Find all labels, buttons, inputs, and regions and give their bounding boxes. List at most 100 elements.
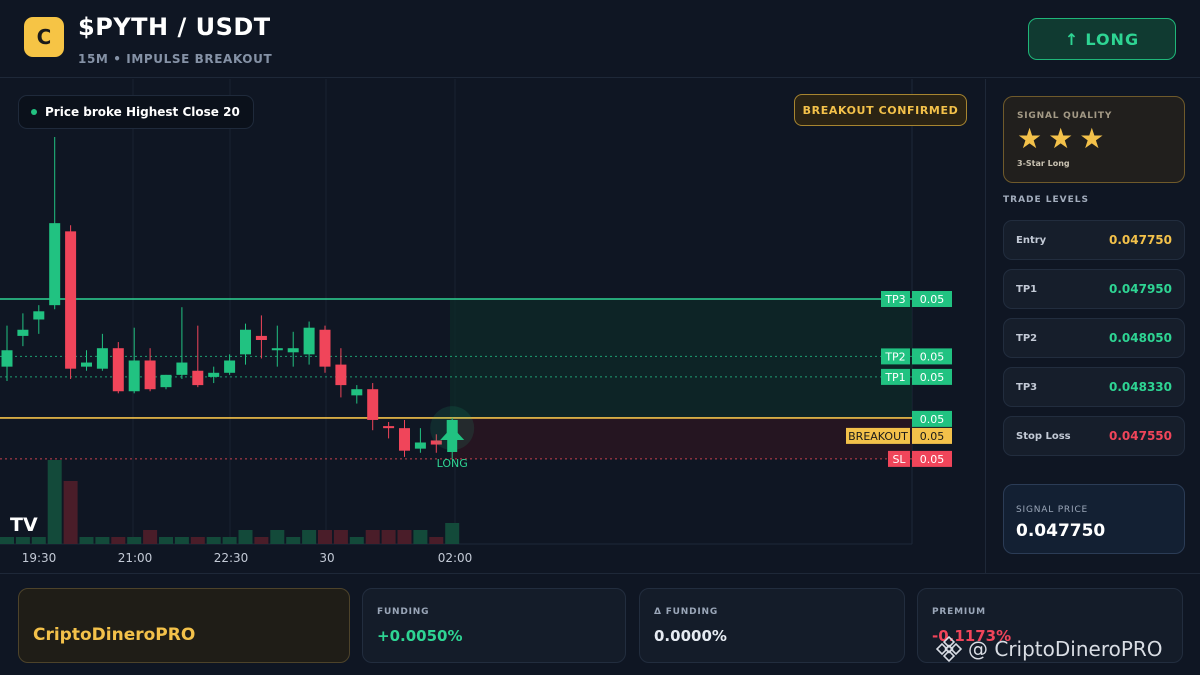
time-axis-label: 19:30 — [22, 551, 57, 565]
star-rating: ★ ★ ★ — [1017, 123, 1104, 155]
trade-level-row: TP3 0.048330 — [1003, 367, 1185, 407]
volume-bar — [111, 537, 126, 544]
candle-body — [144, 360, 156, 390]
candle-body — [33, 311, 45, 320]
long-button-label: LONG — [1085, 29, 1140, 49]
star-icon: ★ — [1048, 122, 1074, 155]
candle-body — [399, 428, 410, 451]
candle-body — [367, 389, 379, 420]
long-signal-button[interactable]: ↑ LONG — [1028, 18, 1176, 60]
volume-bar — [286, 537, 301, 544]
volume-bar — [365, 530, 380, 544]
tp3-tag-name: TP3 — [884, 293, 905, 306]
time-axis-label: 21:00 — [118, 551, 153, 565]
signal-quality-desc: 3-Star Long — [1017, 159, 1070, 168]
funding-value: +0.0050% — [377, 627, 463, 645]
candle-body — [96, 348, 108, 369]
volume-bar — [349, 537, 364, 544]
trade-level-label: Stop Loss — [1016, 430, 1071, 442]
trade-level-row: TP2 0.048050 — [1003, 318, 1185, 358]
price-chart[interactable]: LONG 0.05 TP3 0.05 TP2 0.05 TP1 0.05 0.05 BREAKOU… — [0, 79, 984, 573]
candle-body — [319, 329, 331, 367]
breakout-confirmed-badge: BREAKOUT CONFIRMED — [794, 94, 967, 126]
breakout-info-pill: Price broke Highest Close 20 — [18, 95, 254, 129]
signal-quality-label: SIGNAL QUALITY — [1017, 111, 1113, 121]
candle-body — [414, 442, 426, 449]
candle-body — [176, 362, 188, 375]
candle-body — [192, 370, 204, 386]
profit-zone — [450, 299, 912, 418]
brand-card: CriptoDineroPRO — [18, 588, 350, 663]
candle-body — [128, 360, 140, 392]
candle-body — [240, 329, 251, 355]
candle-body — [383, 426, 395, 429]
funding-card: FUNDING +0.0050% — [362, 588, 626, 663]
volume-bar — [63, 481, 78, 544]
volume-bar — [174, 537, 189, 544]
signal-price-card: SIGNAL PRICE 0.047750 — [1003, 484, 1185, 554]
tp2-tag-value: 0.05 — [920, 350, 945, 363]
volume-bar — [79, 537, 94, 544]
trade-level-label: TP1 — [1016, 283, 1038, 295]
trade-level-value: 0.047950 — [1108, 282, 1172, 296]
candle-body — [112, 348, 124, 392]
trade-level-value: 0.048050 — [1108, 331, 1172, 345]
volume-bar — [445, 523, 460, 544]
candlestick-chart[interactable]: LONG 0.05 TP3 0.05 TP2 0.05 TP1 0.05 0.05 BREAKOU… — [0, 79, 984, 573]
signal-price-label: SIGNAL PRICE — [1016, 505, 1089, 515]
candle-body — [65, 231, 77, 369]
candle-body — [81, 362, 92, 367]
trade-level-value: 0.047750 — [1108, 233, 1172, 247]
watermark: @ CriptoDineroPRO — [936, 636, 1163, 662]
candle-body — [335, 364, 347, 386]
tp3-tag-value: 0.05 — [920, 293, 945, 306]
signal-panel: SIGNAL QUALITY ★ ★ ★ 3-Star Long TRADE LEV… — [985, 79, 1200, 573]
trade-level-row: TP1 0.047950 — [1003, 269, 1185, 309]
trade-level-label: TP3 — [1016, 381, 1038, 393]
funding-label: FUNDING — [377, 607, 430, 617]
volume-bar — [206, 537, 221, 544]
volume-bar — [143, 530, 158, 544]
pair-title: $PYTH / USDT — [78, 13, 271, 41]
candle-body — [287, 348, 299, 353]
status-dot-icon — [31, 109, 37, 115]
trade-level-value: 0.048330 — [1108, 380, 1172, 394]
tp1-tag-value: 0.05 — [920, 371, 945, 384]
candle-body — [303, 327, 315, 355]
candle-body — [208, 372, 220, 377]
sl-tag-value: 0.05 — [920, 453, 945, 466]
time-axis-label: 02:00 — [438, 551, 473, 565]
volume-bar — [127, 537, 142, 544]
breakout-tag-value: 0.05 — [920, 430, 945, 443]
sl-tag-name: SL — [892, 453, 906, 466]
trade-level-row: Entry 0.047750 — [1003, 220, 1185, 260]
candle-body — [1, 350, 13, 367]
volume-bar — [0, 537, 14, 544]
volume-bar — [47, 460, 62, 544]
info-pill-text: Price broke Highest Close 20 — [45, 105, 240, 119]
signal-quality-card: SIGNAL QUALITY ★ ★ ★ 3-Star Long — [1003, 96, 1185, 183]
candle-body — [271, 348, 283, 351]
entry-tag-value: 0.05 — [920, 413, 945, 426]
timeframe-subtitle: 15M • IMPULSE BREAKOUT — [78, 52, 273, 66]
volume-bar — [413, 530, 428, 544]
breakout-tag-name: BREAKOUT — [848, 430, 908, 443]
volume-bar — [429, 537, 444, 544]
candle-body — [351, 389, 363, 396]
arrow-up-icon: ↑ — [1064, 29, 1080, 49]
delta-funding-card: Δ FUNDING 0.0000% — [639, 588, 905, 663]
trade-level-value: 0.047550 — [1108, 429, 1172, 443]
delta-funding-label: Δ FUNDING — [654, 607, 719, 617]
premium-label: PREMIUM — [932, 607, 986, 617]
candle-body — [255, 335, 267, 340]
time-axis-label: 30 — [319, 551, 334, 565]
star-icon: ★ — [1017, 122, 1043, 155]
tp1-tag-name: TP1 — [884, 371, 905, 384]
tp2-tag-name: TP2 — [884, 350, 905, 363]
watermark-text: @ CriptoDineroPRO — [968, 637, 1163, 661]
volume-bar — [31, 537, 46, 544]
volume-bar — [302, 530, 317, 544]
signal-price-value: 0.047750 — [1016, 521, 1106, 541]
volume-bar — [318, 530, 332, 544]
volume-bar — [95, 537, 110, 544]
